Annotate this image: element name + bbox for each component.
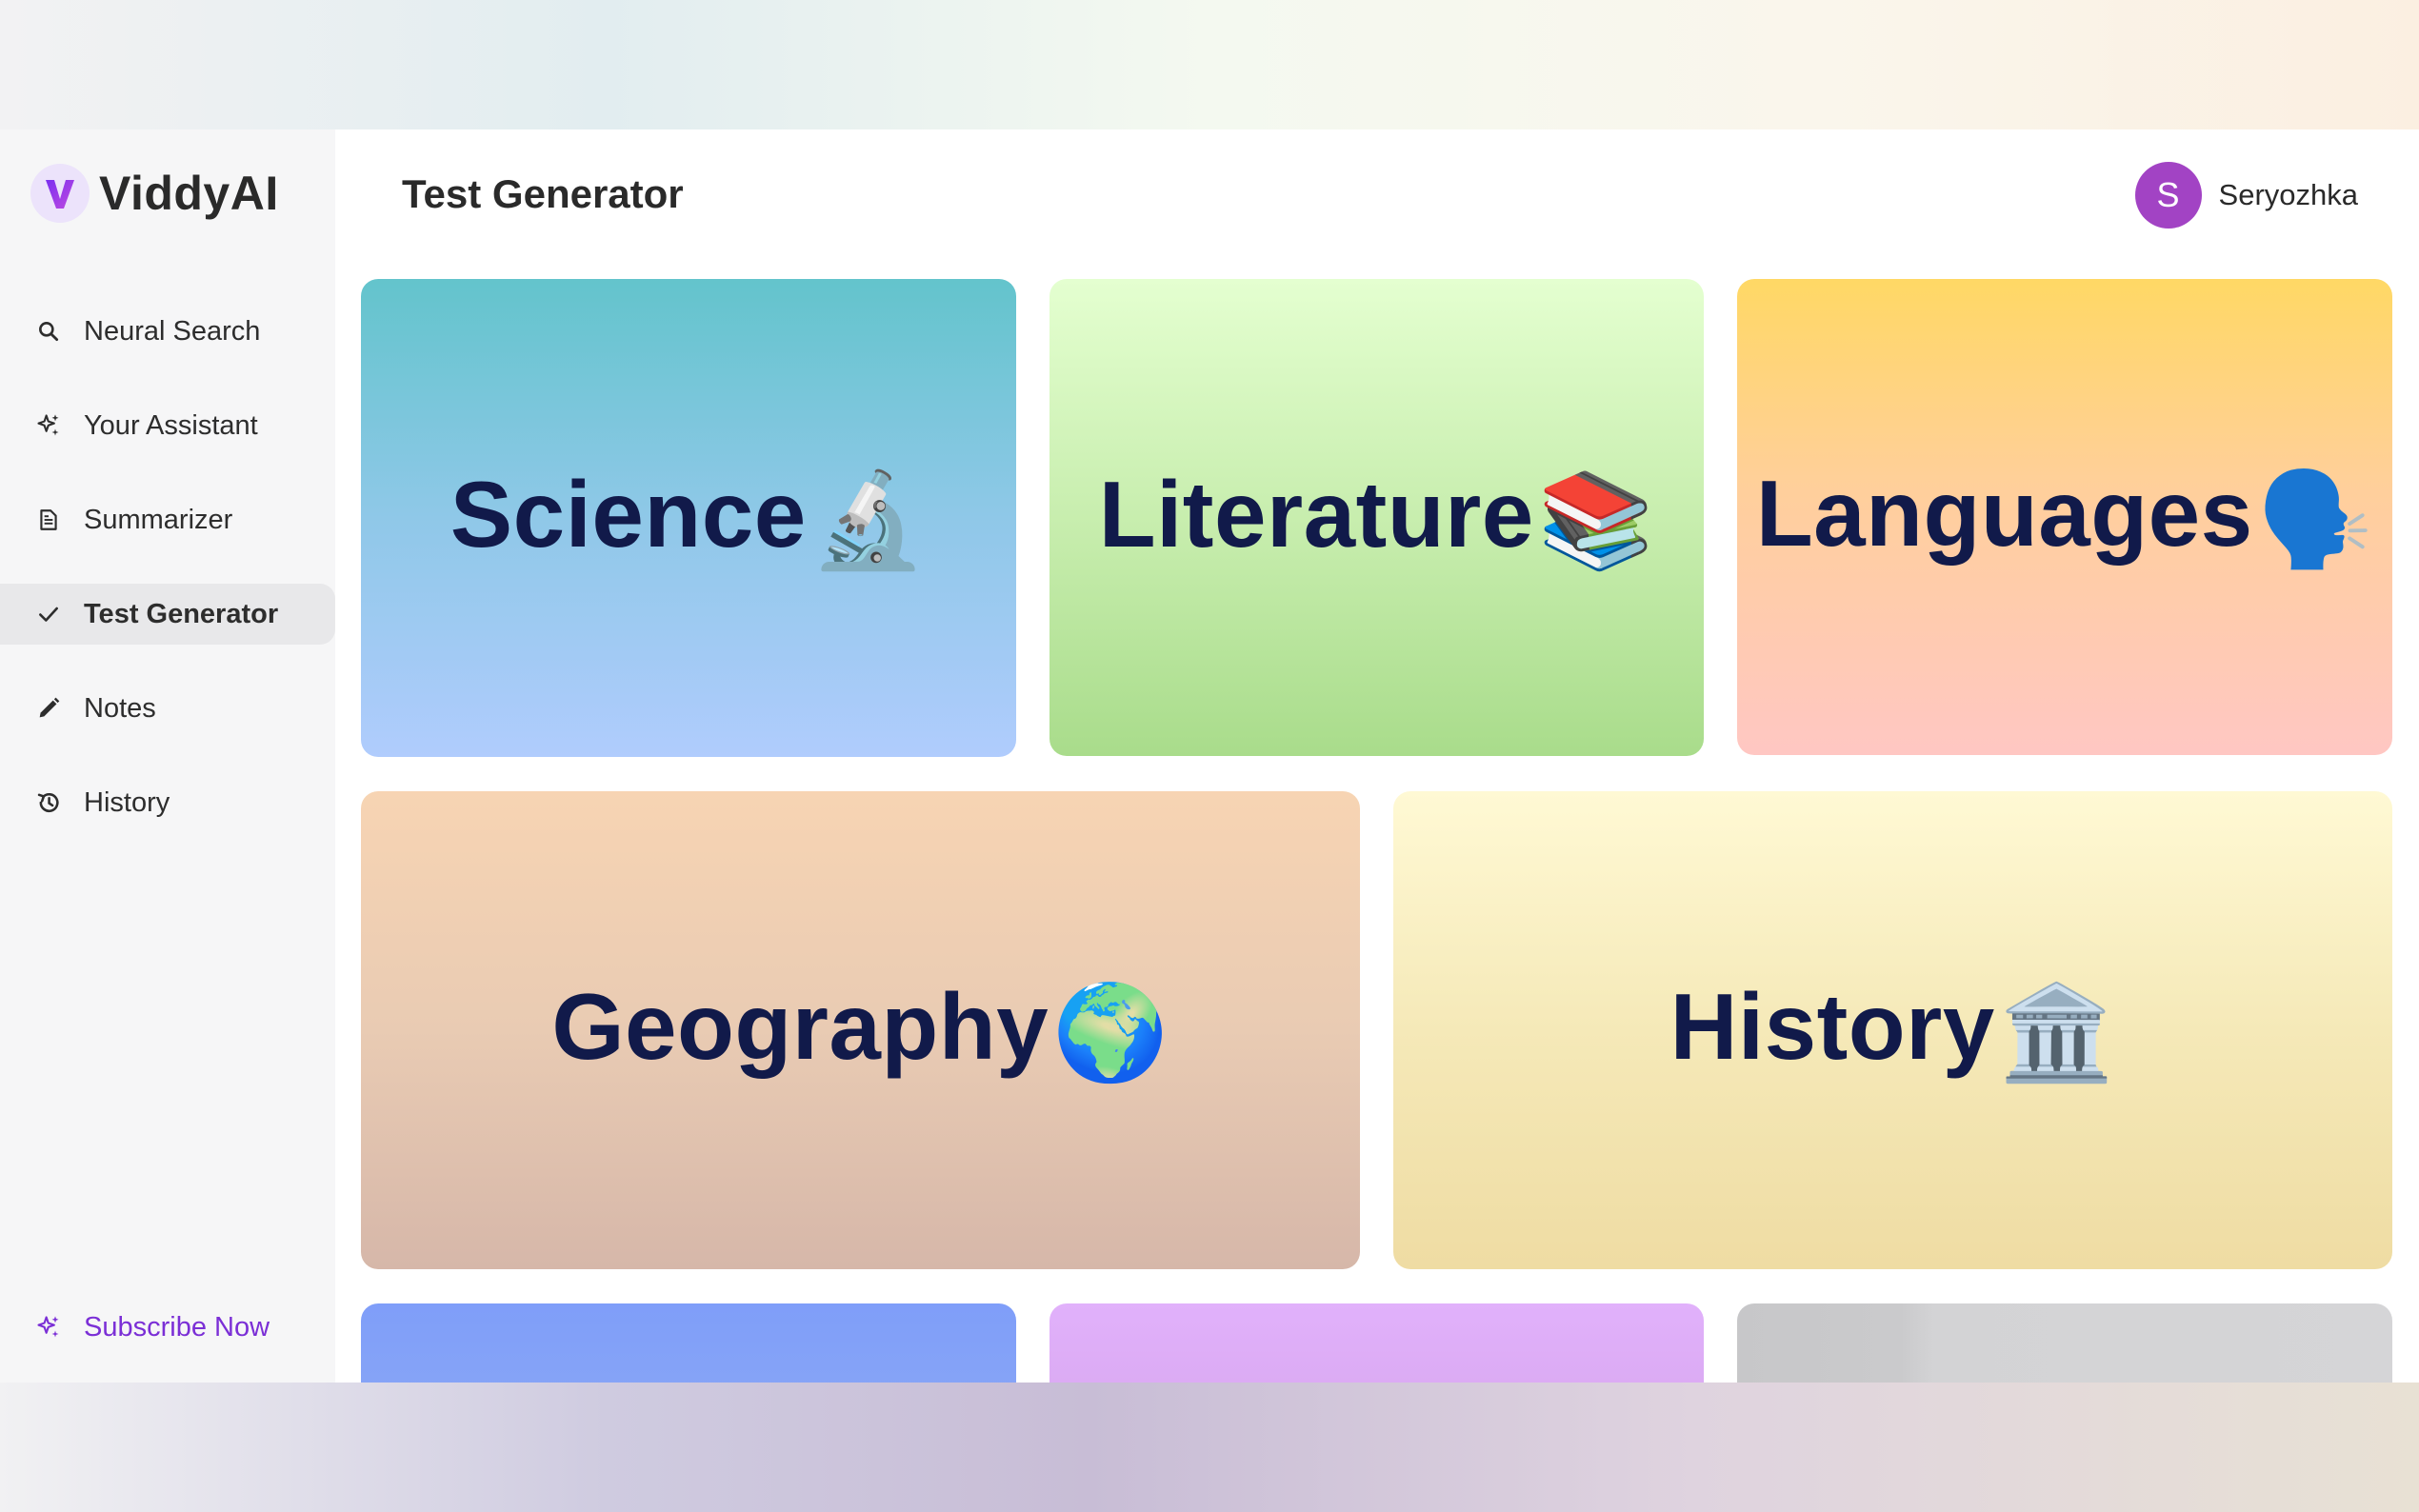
sidebar-item-label: Test Generator [84, 598, 279, 629]
user-menu[interactable]: S Seryozhka [2134, 162, 2358, 229]
search-icon [34, 317, 63, 346]
subject-name: Geography [551, 974, 1050, 1079]
brand-name: ViddyAI [99, 167, 279, 220]
sidebar: ViddyAI Neural Search Your Assistant Sum… [0, 129, 335, 1383]
avatar: S [2134, 162, 2202, 229]
subject-card-history[interactable]: History🏛️ [1393, 791, 2392, 1269]
sidebar-item-label: Your Assistant [84, 409, 258, 441]
subscribe-label: Subscribe Now [84, 1311, 270, 1343]
subject-card-literature[interactable]: Literature📚 [1050, 279, 1704, 756]
sidebar-item-label: Notes [84, 692, 156, 724]
page-title: Test Generator [402, 171, 684, 216]
background-gradient-bottom [0, 1383, 2419, 1512]
sidebar-item-label: History [84, 786, 170, 818]
subject-card-label: Languages🗣️ [1756, 460, 2373, 574]
brand-logo[interactable]: ViddyAI [30, 164, 279, 223]
subject-card[interactable] [1737, 1303, 2392, 1383]
sparkle-icon [34, 411, 63, 440]
subject-name: Science [450, 462, 807, 567]
subject-card-label: Science🔬 [450, 461, 928, 575]
sidebar-nav: Neural Search Your Assistant Summarizer … [0, 301, 335, 866]
history-icon [34, 788, 63, 817]
subject-card-geography[interactable]: Geography🌍 [361, 791, 1360, 1269]
subject-card[interactable] [361, 1303, 1016, 1383]
app-window: ViddyAI Neural Search Your Assistant Sum… [0, 129, 2419, 1383]
sidebar-item-summarizer[interactable]: Summarizer [0, 489, 335, 550]
sidebar-item-history[interactable]: History [0, 772, 335, 833]
check-icon [34, 600, 63, 628]
microscope-icon: 🔬 [810, 468, 928, 572]
subject-card-science[interactable]: Science🔬 [361, 279, 1016, 757]
sidebar-item-test-generator[interactable]: Test Generator [0, 584, 335, 645]
user-name: Seryozhka [2218, 178, 2358, 211]
sidebar-item-label: Summarizer [84, 504, 233, 535]
sidebar-item-notes[interactable]: Notes [0, 678, 335, 739]
subject-card-languages[interactable]: Languages🗣️ [1737, 279, 2392, 755]
classical-building-icon: 🏛️ [1998, 980, 2116, 1084]
subject-card-label: History🏛️ [1670, 973, 2116, 1087]
subject-card[interactable] [1050, 1303, 1704, 1383]
sidebar-item-neural-search[interactable]: Neural Search [0, 301, 335, 362]
pencil-icon [34, 694, 63, 723]
subject-name: Languages [1755, 461, 2253, 566]
sparkle-icon [34, 1313, 63, 1342]
globe-icon: 🌍 [1052, 980, 1170, 1084]
books-icon: 📚 [1537, 467, 1655, 572]
document-icon [34, 506, 63, 534]
sidebar-item-your-assistant[interactable]: Your Assistant [0, 395, 335, 456]
subscribe-button[interactable]: Subscribe Now [0, 1299, 335, 1356]
sidebar-item-label: Neural Search [84, 315, 261, 347]
logo-v-icon [30, 164, 90, 223]
subject-card-label: Geography🌍 [551, 973, 1169, 1087]
speaking-head-icon: 🗣️ [2256, 467, 2374, 571]
subject-card-label: Literature📚 [1099, 461, 1655, 575]
subject-name: Literature [1098, 461, 1534, 567]
subject-name: History [1669, 974, 1995, 1079]
